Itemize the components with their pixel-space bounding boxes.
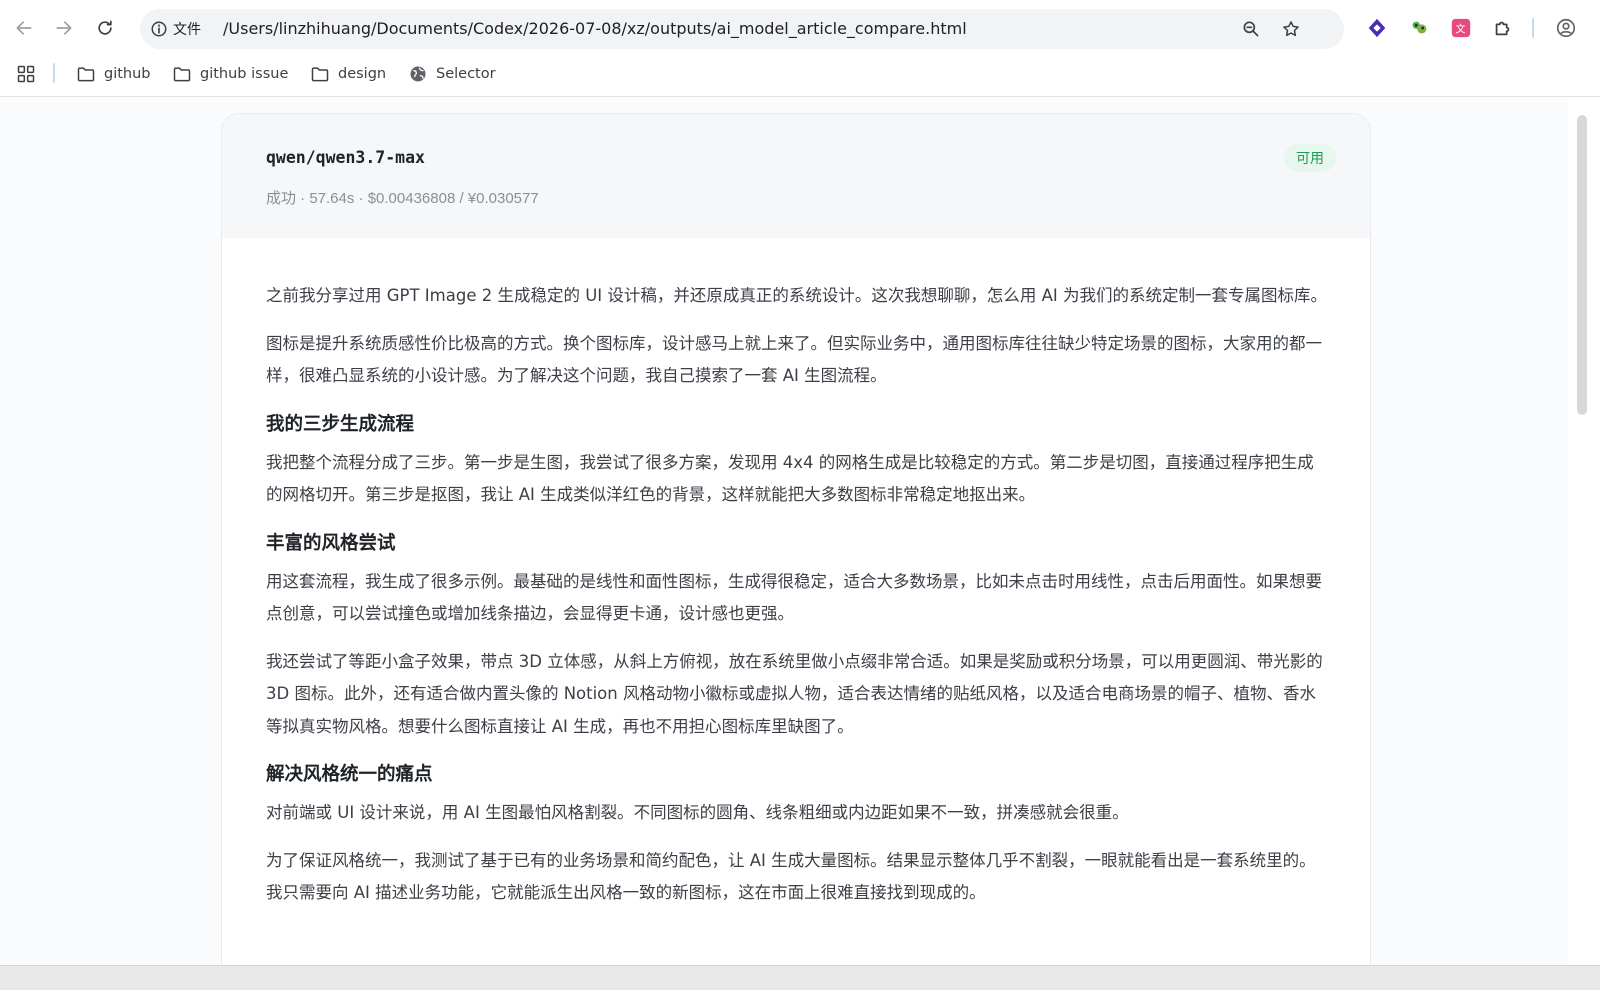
star-icon: [1283, 21, 1299, 37]
page-viewport: qwen/qwen3.7-max 可用 成功 · 57.64s · $0.004…: [0, 97, 1568, 965]
article-paragraph: 我还尝试了等距小盒子效果，带点 3D 立体感，从斜上方俯视，放在系统里做小点缀非…: [266, 651, 1323, 736]
url-text[interactable]: /Users/linzhihuang/Documents/Codex/2026-…: [223, 19, 1223, 39]
zoom-button[interactable]: [1239, 17, 1263, 41]
bookmark-star-button[interactable]: [1279, 17, 1303, 41]
translate-icon: 文: [1451, 18, 1471, 38]
profile-button[interactable]: [1553, 15, 1579, 41]
browser-chrome: 文件 /Users/linzhihuang/Documents/Codex/20…: [0, 0, 1600, 97]
globe-icon: [410, 66, 426, 82]
apps-button[interactable]: [14, 62, 38, 86]
browser-toolbar: 文件 /Users/linzhihuang/Documents/Codex/20…: [0, 0, 1600, 56]
bookmark-label: design: [338, 66, 387, 82]
bookmarks-bar: github github issue design Selector: [0, 58, 1600, 90]
extension-translate[interactable]: 文: [1448, 15, 1474, 41]
article-heading: 我的三步生成流程: [266, 413, 415, 435]
extension-diamond[interactable]: [1364, 15, 1390, 41]
extensions-button[interactable]: [1490, 15, 1516, 41]
site-info-button[interactable]: 文件: [150, 19, 201, 39]
bookmark-design[interactable]: design: [306, 60, 390, 88]
address-bar[interactable]: 文件 /Users/linzhihuang/Documents/Codex/20…: [140, 9, 1344, 49]
bookmark-selector[interactable]: Selector: [404, 60, 500, 88]
status-badge: 可用: [1284, 144, 1336, 172]
toolbar-separator: [1532, 18, 1534, 38]
article-body: 之前我分享过用 GPT Image 2 生成稳定的 UI 设计稿，并还原成真正的…: [266, 280, 1330, 925]
folder-icon: [173, 67, 191, 82]
bookmark-label: github: [104, 66, 151, 82]
bookmark-github-issue[interactable]: github issue: [168, 60, 292, 88]
bookmarks-separator: [53, 63, 55, 83]
article-paragraph: 对前端或 UI 设计来说，用 AI 生图最怕风格割裂。不同图标的圆角、线条粗细或…: [266, 803, 1129, 822]
result-meta: 成功 · 57.64s · $0.00436808 / ¥0.030577: [266, 190, 539, 207]
scrollbar-thumb[interactable]: [1577, 115, 1587, 415]
folder-icon: [77, 67, 95, 82]
article-heading: 解决风格统一的痛点: [266, 764, 433, 785]
model-name: qwen/qwen3.7-max: [266, 148, 425, 167]
article-heading: 丰富的风格尝试: [266, 532, 396, 554]
grid-icon: [17, 65, 35, 83]
window-bottom-edge: [0, 965, 1600, 990]
puzzle-icon: [1495, 21, 1510, 36]
article-paragraph: 我把整个流程分成了三步。第一步是生图，我尝试了很多方案，发现用 4x4 的网格生…: [266, 452, 1314, 505]
back-button[interactable]: [8, 12, 40, 44]
reload-icon: [98, 20, 112, 35]
article-paragraph: 之前我分享过用 GPT Image 2 生成稳定的 UI 设计稿，并还原成真正的…: [266, 286, 1328, 305]
bookmark-label: github issue: [200, 66, 289, 82]
article-paragraph: 用这套流程，我生成了很多示例。最基础的是线性和面性图标，生成得很稳定，适合大多数…: [266, 571, 1322, 624]
svg-text:文: 文: [1456, 23, 1466, 36]
bookmark-github[interactable]: github: [72, 60, 155, 88]
arrow-left-icon: [16, 21, 32, 35]
purple-diamond-icon: [1368, 18, 1386, 38]
forward-button[interactable]: [48, 12, 80, 44]
site-info-label: 文件: [173, 22, 201, 38]
card-header: qwen/qwen3.7-max 可用 成功 · 57.64s · $0.004…: [222, 114, 1370, 238]
extension-frog[interactable]: [1406, 15, 1432, 41]
model-result-card: qwen/qwen3.7-max 可用 成功 · 57.64s · $0.004…: [221, 113, 1371, 965]
magnifier-icon: [1243, 21, 1259, 37]
article-paragraph: 为了保证风格统一，我测试了基于已有的业务场景和简约配色，让 AI 生成大量图标。…: [266, 850, 1316, 903]
folder-icon: [311, 67, 329, 82]
reload-button[interactable]: [89, 12, 121, 44]
profile-icon: [1556, 18, 1576, 38]
arrow-right-icon: [56, 21, 72, 35]
bookmark-label: Selector: [436, 66, 496, 82]
page-scrollbar[interactable]: [1568, 97, 1600, 965]
info-icon: [151, 21, 167, 37]
frog-icon: [1412, 21, 1427, 34]
article-paragraph: 图标是提升系统质感性价比极高的方式。换个图标库，设计感马上就上来了。但实际业务中…: [266, 333, 1322, 386]
